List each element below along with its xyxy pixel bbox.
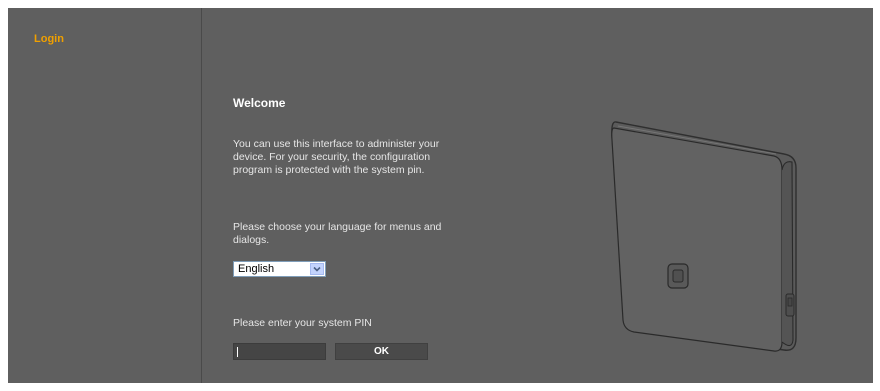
pin-label: Please enter your system PIN: [233, 317, 372, 329]
text-cursor: [237, 347, 238, 357]
page-title: Welcome: [233, 96, 286, 110]
language-dropdown-button[interactable]: [310, 263, 324, 275]
app-frame: Login Welcome You can use this interface…: [8, 8, 873, 383]
chevron-down-icon: [313, 266, 321, 272]
pin-input[interactable]: [233, 343, 326, 360]
language-select[interactable]: English: [233, 261, 326, 277]
sidebar: Login: [8, 8, 202, 383]
sidebar-item-login[interactable]: Login: [34, 33, 64, 45]
language-select-value: English: [238, 263, 275, 275]
base-station-device-illustration: [611, 121, 797, 352]
login-panel: Welcome You can use this interface to ad…: [233, 8, 473, 383]
intro-text: You can use this interface to administer…: [233, 138, 440, 176]
ok-button[interactable]: OK: [335, 343, 428, 360]
language-label: Please choose your language for menus an…: [233, 221, 442, 246]
